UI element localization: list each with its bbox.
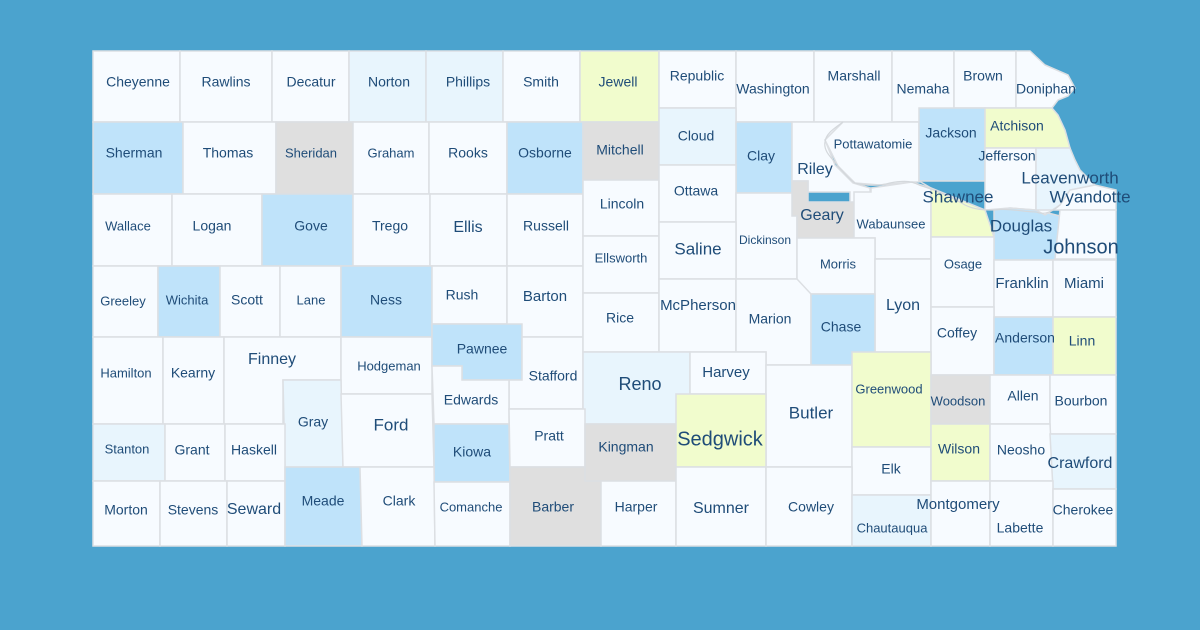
county-allen[interactable]: [989, 374, 1051, 425]
county-kearny[interactable]: [162, 336, 225, 425]
county-osborne[interactable]: [506, 121, 584, 195]
county-harvey[interactable]: [689, 351, 767, 395]
county-ellsworth[interactable]: [582, 235, 660, 294]
county-wilson[interactable]: [930, 423, 991, 482]
county-trego[interactable]: [352, 193, 431, 267]
county-kingman[interactable]: [584, 423, 677, 482]
county-saline[interactable]: [658, 221, 737, 280]
county-labette[interactable]: [989, 480, 1054, 547]
county-comanche[interactable]: [433, 481, 511, 547]
county-anderson[interactable]: [993, 316, 1054, 376]
county-hamilton[interactable]: [92, 336, 164, 425]
county-douglas[interactable]: [993, 207, 1061, 261]
county-lincoln[interactable]: [582, 179, 660, 237]
county-sherman[interactable]: [92, 121, 184, 195]
kansas-county-map: Cheyenne Rawlins Decatur Norton Phillips Smit…: [0, 0, 1200, 630]
county-linn[interactable]: [1052, 316, 1117, 376]
county-franklin[interactable]: [993, 259, 1054, 318]
county-butler[interactable]: [765, 364, 853, 468]
county-woodson[interactable]: [930, 374, 991, 425]
county-cowley[interactable]: [765, 466, 853, 547]
county-republic[interactable]: [658, 50, 737, 109]
county-logan[interactable]: [171, 193, 263, 267]
county-washington[interactable]: [735, 50, 815, 123]
county-clay[interactable]: [735, 121, 793, 194]
county-sheridan[interactable]: [275, 121, 354, 195]
county-mcpherson[interactable]: [658, 278, 737, 353]
county-ellis[interactable]: [429, 193, 508, 267]
county-kiowa[interactable]: [433, 423, 511, 483]
county-rooks[interactable]: [428, 121, 508, 195]
county-morton[interactable]: [92, 480, 161, 547]
county-coffey[interactable]: [930, 306, 995, 376]
county-hodgeman[interactable]: [340, 336, 433, 395]
county-cherokee[interactable]: [1052, 488, 1117, 547]
county-reno[interactable]: [582, 351, 691, 425]
county-phillips[interactable]: [425, 50, 504, 123]
county-wichita[interactable]: [157, 265, 221, 338]
county-scott[interactable]: [219, 265, 281, 338]
county-morris[interactable]: [796, 237, 876, 295]
county-osage[interactable]: [930, 236, 995, 308]
county-sedgwick[interactable]: [675, 393, 767, 468]
county-jefferson[interactable]: [984, 147, 1037, 211]
county-greenwood[interactable]: [851, 351, 932, 448]
county-ottawa[interactable]: [658, 164, 737, 223]
county-grant[interactable]: [164, 423, 226, 482]
county-montgomery[interactable]: [930, 480, 991, 547]
county-neosho[interactable]: [989, 423, 1054, 482]
county-dickinson[interactable]: [735, 192, 798, 280]
county-brown[interactable]: [953, 50, 1017, 109]
county-atchison[interactable]: [984, 107, 1071, 149]
county-thomas[interactable]: [182, 121, 277, 195]
county-stevens[interactable]: [159, 480, 228, 547]
county-smith[interactable]: [502, 50, 581, 123]
county-rawlins[interactable]: [179, 50, 273, 123]
county-meade[interactable]: [284, 466, 363, 547]
county-chautauqua[interactable]: [851, 494, 932, 547]
county-cloud[interactable]: [658, 107, 737, 166]
county-sumner[interactable]: [675, 466, 767, 547]
county-greeley[interactable]: [92, 265, 159, 338]
county-graham[interactable]: [352, 121, 430, 195]
county-decatur[interactable]: [271, 50, 350, 123]
county-rush[interactable]: [431, 265, 508, 325]
county-gray[interactable]: [282, 379, 344, 468]
county-pratt[interactable]: [508, 408, 586, 468]
county-cheyenne[interactable]: [92, 50, 181, 123]
county-jewell[interactable]: [579, 50, 660, 123]
county-wallace[interactable]: [92, 193, 173, 267]
county-russell[interactable]: [506, 193, 584, 267]
county-johnson[interactable]: [1054, 209, 1117, 260]
county-ness[interactable]: [340, 265, 433, 338]
county-crawford[interactable]: [1049, 433, 1117, 490]
county-gove[interactable]: [261, 193, 354, 267]
county-miami[interactable]: [1052, 259, 1117, 318]
county-clark[interactable]: [359, 466, 436, 547]
county-lyon[interactable]: [874, 258, 932, 353]
county-marshall[interactable]: [813, 50, 893, 123]
county-ford[interactable]: [340, 393, 435, 468]
county-bourbon[interactable]: [1049, 374, 1117, 435]
county-lane[interactable]: [279, 265, 342, 338]
county-haskell[interactable]: [224, 423, 286, 482]
county-stanton[interactable]: [92, 423, 166, 482]
county-layer: [92, 50, 1117, 547]
county-norton[interactable]: [348, 50, 427, 123]
county-elk[interactable]: [851, 446, 932, 496]
county-harper[interactable]: [600, 480, 677, 547]
county-jackson[interactable]: [918, 107, 986, 182]
county-rice[interactable]: [582, 292, 660, 353]
county-seward[interactable]: [226, 480, 286, 547]
county-mitchell[interactable]: [582, 121, 660, 181]
